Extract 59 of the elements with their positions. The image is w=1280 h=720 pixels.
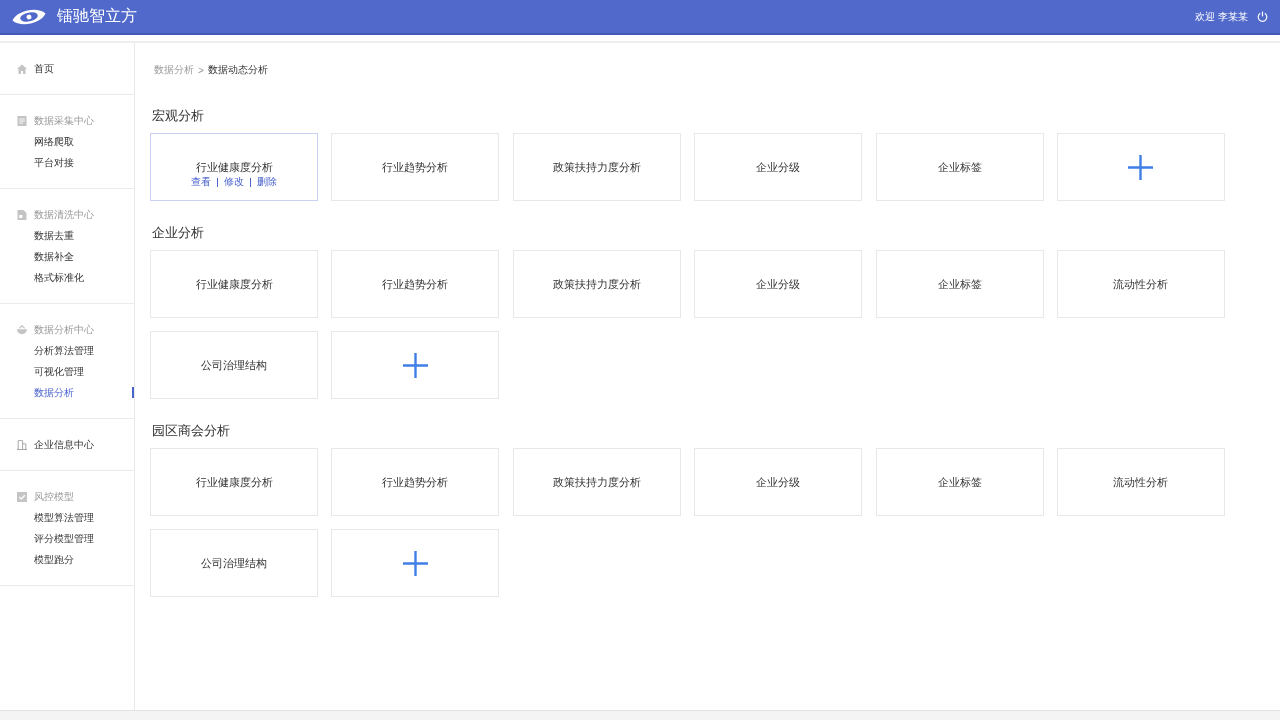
sidebar-item[interactable]: 企业信息中心 [0,434,134,455]
checkbox-icon [17,491,27,502]
sidebar-item[interactable]: 评分模型管理 [0,528,134,549]
sidebar-item[interactable]: 分析算法管理 [0,340,134,361]
analysis-card[interactable]: 政策扶持力度分析 [512,133,681,201]
card-action-link[interactable]: 修改 [224,176,244,188]
sidebar-group-title: 风控模型 [34,489,74,504]
sidebar-group-title: 数据采集中心 [34,113,94,128]
plus-icon [402,352,428,378]
add-card[interactable] [1056,133,1225,201]
add-card[interactable] [331,529,500,597]
analysis-card[interactable]: 行业健康度分析 查看 修改 删除 [150,133,318,201]
sidebar-group-title: 数据分析中心 [34,322,94,337]
sidebar-item[interactable]: 数据分析 [0,382,134,403]
sidebar-item[interactable]: 首页 [0,58,134,79]
sidebar-item[interactable]: 网络爬取 [0,131,134,152]
document-icon [17,209,27,220]
card-action-link[interactable]: 查看 [191,176,211,188]
analysis-card[interactable]: 公司治理结构 [150,529,318,597]
section-title: 宏观分析 [152,107,205,125]
plus-icon [1128,154,1154,180]
section-title: 企业分析 [152,224,205,242]
plus-icon [402,550,428,576]
breadcrumb-current: 数据动态分析 [207,63,268,77]
section-title: 园区商会分析 [152,422,231,440]
analysis-card[interactable]: 行业健康度分析 [150,250,318,318]
breadcrumb-separator: > [198,64,204,76]
analysis-card[interactable]: 行业趋势分析 [331,133,500,201]
home-icon [17,63,27,74]
analysis-card[interactable]: 行业趋势分析 [331,250,500,318]
analysis-card[interactable]: 政策扶持力度分析 [512,448,681,516]
analysis-card[interactable]: 企业标签 [875,250,1044,318]
document-icon [17,115,27,126]
sidebar-item[interactable]: 格式标准化 [0,267,134,288]
analysis-card[interactable]: 流动性分析 [1056,250,1225,318]
analysis-card[interactable]: 行业趋势分析 [331,448,500,516]
analysis-card[interactable]: 企业标签 [875,133,1044,201]
sidebar-item[interactable]: 数据去重 [0,225,134,246]
sidebar-item[interactable]: 模型跑分 [0,549,134,570]
analysis-card[interactable]: 企业分级 [694,133,863,201]
analysis-card[interactable]: 企业分级 [694,250,863,318]
user-greeting: 欢迎 李某某 [1195,9,1248,24]
card-action-link[interactable]: 删除 [257,176,277,188]
add-card[interactable] [331,331,500,399]
analysis-card[interactable]: 行业健康度分析 [150,448,318,516]
analysis-card[interactable]: 公司治理结构 [150,331,318,399]
sidebar-group-title: 数据清洗中心 [34,207,94,222]
analysis-card[interactable]: 企业标签 [875,448,1044,516]
power-icon[interactable] [1257,11,1268,22]
analysis-card[interactable]: 企业分级 [694,448,863,516]
sidebar-item[interactable]: 平台对接 [0,152,134,173]
sidebar-item[interactable]: 模型算法管理 [0,507,134,528]
sidebar-item[interactable]: 可视化管理 [0,361,134,382]
building-icon [17,439,27,450]
analysis-card[interactable]: 政策扶持力度分析 [512,250,681,318]
analysis-card[interactable]: 流动性分析 [1056,448,1225,516]
bowl-icon [17,324,27,335]
app-name: 镭驰智立方 [57,6,137,26]
sidebar-item[interactable]: 数据补全 [0,246,134,267]
